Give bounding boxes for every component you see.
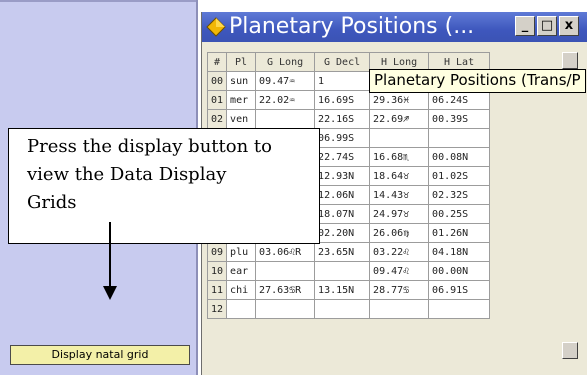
table-cell[interactable]: 29.36♓ xyxy=(369,90,430,110)
table-cell[interactable]: 09.47♌ xyxy=(369,261,430,281)
scroll-up-button[interactable] xyxy=(562,52,578,69)
table-cell[interactable] xyxy=(428,299,491,319)
table-cell[interactable]: 02.32S xyxy=(428,185,491,205)
table-cell[interactable]: 00.25S xyxy=(428,204,491,224)
down-arrow-icon xyxy=(103,222,117,300)
row-number-cell[interactable]: 01 xyxy=(206,90,228,110)
table-cell[interactable]: 12.93N xyxy=(314,166,371,186)
table-cell[interactable]: 01.02S xyxy=(428,166,491,186)
table-cell[interactable]: 22.74S xyxy=(314,147,371,167)
table-row[interactable]: 11 chi 27.63♋R 13.15N 28.77♋ 06.91S xyxy=(206,280,491,300)
table-cell[interactable]: 16.69S xyxy=(314,90,371,110)
table-cell[interactable]: 03.22♌ xyxy=(369,242,430,262)
table-cell[interactable]: 27.63♋R xyxy=(255,280,316,300)
table-cell[interactable]: 00.39S xyxy=(428,109,491,129)
callout-line-2: view the Data Display xyxy=(27,164,227,185)
close-button[interactable]: x xyxy=(559,16,579,36)
table-cell[interactable] xyxy=(226,299,257,319)
table-cell[interactable]: 1 xyxy=(314,71,371,91)
row-number-cell[interactable]: 02 xyxy=(206,109,228,129)
callout-line-3: Grids xyxy=(27,192,77,213)
row-number-cell[interactable]: 12 xyxy=(206,299,228,319)
row-number-cell[interactable]: 10 xyxy=(206,261,228,281)
table-cell[interactable]: plu xyxy=(226,242,257,262)
table-row[interactable]: 12 xyxy=(206,299,491,319)
table-cell[interactable]: 03.06♌R xyxy=(255,242,316,262)
table-cell[interactable]: chi xyxy=(226,280,257,300)
display-natal-grid-button[interactable]: Display natal grid xyxy=(10,345,190,365)
scroll-down-button[interactable] xyxy=(562,342,578,359)
callout-line-1: Press the display button to xyxy=(27,136,272,157)
instruction-callout: Press the display button to view the Dat… xyxy=(8,128,320,244)
table-cell[interactable]: 12.06N xyxy=(314,185,371,205)
table-cell[interactable] xyxy=(255,109,316,129)
table-cell[interactable]: ven xyxy=(226,109,257,129)
table-cell[interactable]: 04.18N xyxy=(428,242,491,262)
window-titlebar[interactable]: Planetary Positions (... _ □ x xyxy=(202,12,587,42)
table-cell[interactable]: 22.69♐ xyxy=(369,109,430,129)
table-cell[interactable]: 02.20N xyxy=(314,223,371,243)
table-row[interactable]: 10 ear 09.47♌ 00.00N xyxy=(206,261,491,281)
diamond-app-icon xyxy=(206,17,226,37)
window-title: Planetary Positions (... xyxy=(229,14,475,39)
column-header[interactable]: Pl xyxy=(226,52,257,72)
table-cell[interactable]: 06.24S xyxy=(428,90,491,110)
table-row[interactable]: 09 plu 03.06♌R 23.65N 03.22♌ 04.18N xyxy=(206,242,491,262)
table-cell[interactable]: 26.06♍ xyxy=(369,223,430,243)
minimize-button[interactable]: _ xyxy=(515,16,535,36)
column-header[interactable]: G Long xyxy=(255,52,316,72)
table-cell[interactable] xyxy=(255,299,316,319)
table-cell[interactable] xyxy=(369,128,430,148)
window-title-tooltip: Planetary Positions (Trans/P xyxy=(369,69,586,93)
table-cell[interactable]: 00.08N xyxy=(428,147,491,167)
table-cell[interactable]: 00.00N xyxy=(428,261,491,281)
table-cell[interactable]: 18.07N xyxy=(314,204,371,224)
table-cell[interactable] xyxy=(314,261,371,281)
maximize-button[interactable]: □ xyxy=(537,16,557,36)
row-number-cell[interactable]: 09 xyxy=(206,242,228,262)
table-cell[interactable] xyxy=(255,261,316,281)
table-cell[interactable]: 01.26N xyxy=(428,223,491,243)
table-cell[interactable]: 24.97♉ xyxy=(369,204,430,224)
table-cell[interactable]: 28.77♋ xyxy=(369,280,430,300)
table-row[interactable]: 02 ven 22.16S 22.69♐ 00.39S xyxy=(206,109,491,129)
table-row[interactable]: 01 mer 22.02♒ 16.69S 29.36♓ 06.24S xyxy=(206,90,491,110)
row-number-cell[interactable]: 11 xyxy=(206,280,228,300)
table-cell[interactable]: 16.68♏ xyxy=(369,147,430,167)
table-cell[interactable]: 06.99S xyxy=(314,128,371,148)
column-header[interactable]: # xyxy=(206,52,228,72)
row-number-cell[interactable]: 00 xyxy=(206,71,228,91)
table-cell[interactable]: 14.43♉ xyxy=(369,185,430,205)
table-cell[interactable]: 22.16S xyxy=(314,109,371,129)
table-cell[interactable]: 06.91S xyxy=(428,280,491,300)
table-cell[interactable]: 18.64♉ xyxy=(369,166,430,186)
table-cell[interactable]: mer xyxy=(226,90,257,110)
table-cell[interactable]: 23.65N xyxy=(314,242,371,262)
table-cell[interactable]: 22.02♒ xyxy=(255,90,316,110)
table-cell[interactable]: ear xyxy=(226,261,257,281)
table-cell[interactable] xyxy=(428,128,491,148)
column-header[interactable]: G Decl xyxy=(314,52,371,72)
table-cell[interactable] xyxy=(369,299,430,319)
left-panel-top-divider xyxy=(0,0,196,2)
table-cell[interactable]: sun xyxy=(226,71,257,91)
table-cell[interactable]: 09.47♒ xyxy=(255,71,316,91)
table-cell[interactable]: 13.15N xyxy=(314,280,371,300)
table-cell[interactable] xyxy=(314,299,371,319)
